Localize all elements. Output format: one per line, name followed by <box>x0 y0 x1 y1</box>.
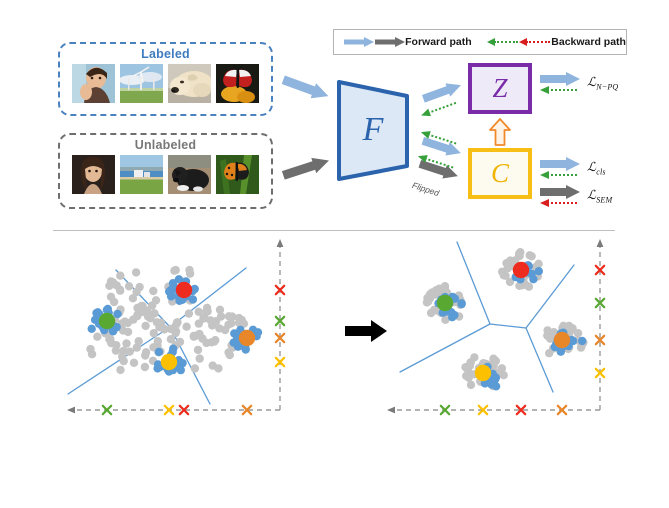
encoder-to-z-forward-arrow-icon <box>421 78 464 105</box>
loss-cls-label: ℒcls <box>587 160 606 177</box>
red-dotted-left-arrow-icon <box>519 37 551 48</box>
loss-n-pq-arrows <box>540 71 582 95</box>
loss-n-pq-forward-arrow-icon <box>540 71 580 86</box>
loss-sem-forward-arrow-icon <box>540 184 580 199</box>
portrait-woman-thumbnail <box>72 155 115 194</box>
architecture-panel: Forward path Backward path Labeled Unlab… <box>0 0 669 222</box>
gray-right-arrow-icon <box>374 37 405 48</box>
labeled-thumbnail-row <box>72 64 259 103</box>
green-dotted-left-arrow-icon <box>486 37 518 48</box>
dog-puppy-thumbnail <box>168 64 211 103</box>
c-to-z-hollow-arrow-icon <box>489 118 511 146</box>
unlabeled-thumbnail-row <box>72 155 259 194</box>
loss-sem-backward-arrow-icon <box>540 198 578 208</box>
black-dog-thumbnail <box>168 155 211 194</box>
loss-cls-arrows <box>540 156 582 180</box>
c-label: C <box>490 158 509 188</box>
labeled-data-box: Labeled <box>58 42 273 116</box>
labeled-title: Labeled <box>141 47 190 61</box>
encoder-label: F <box>362 111 384 148</box>
panel-divider <box>53 230 615 231</box>
encoder-block: F <box>327 74 419 186</box>
loss-sem-arrows <box>540 184 582 208</box>
loss-cls-forward-arrow-icon <box>540 156 580 171</box>
loss-sem-row: ℒSEM <box>540 184 613 208</box>
figure-canvas: Forward path Backward path Labeled Unlab… <box>0 0 669 508</box>
butterfly-leaf-thumbnail <box>216 155 259 194</box>
loss-n-pq-backward-arrow-icon <box>540 85 578 95</box>
loss-n-pq-row: ℒN−PQ <box>540 71 619 95</box>
z-block: Z <box>468 63 532 114</box>
windmill-landscape-thumbnail <box>120 64 163 103</box>
forward-path-label: Forward path <box>405 36 472 48</box>
loss-n-pq-label: ℒN−PQ <box>587 75 619 92</box>
c-block: C <box>468 148 532 199</box>
path-legend: Forward path Backward path <box>333 29 627 55</box>
loss-sem-label: ℒSEM <box>587 188 613 205</box>
flipped-label: Flipped <box>410 180 441 199</box>
backward-path-label: Backward path <box>551 36 626 48</box>
before-quantization-scatter <box>58 232 320 432</box>
blue-right-arrow-icon <box>344 37 374 48</box>
z-label: Z <box>492 73 508 103</box>
beach-landscape-thumbnail <box>120 155 163 194</box>
loss-cls-row: ℒcls <box>540 156 606 180</box>
unlabeled-title: Unlabeled <box>134 138 197 152</box>
after-quantization-scatter <box>378 232 640 432</box>
embedding-space-panel: Labeled / Unlabeled data point Codeword <box>0 232 669 508</box>
butterfly-flower-thumbnail <box>216 64 259 103</box>
loss-cls-backward-arrow-icon <box>540 170 578 180</box>
labeled-to-encoder-arrow-icon <box>281 72 332 104</box>
unlabeled-data-box: Unlabeled <box>58 133 273 209</box>
unlabeled-to-encoder-arrow-icon <box>281 152 332 182</box>
portrait-man-thumbnail <box>72 64 115 103</box>
